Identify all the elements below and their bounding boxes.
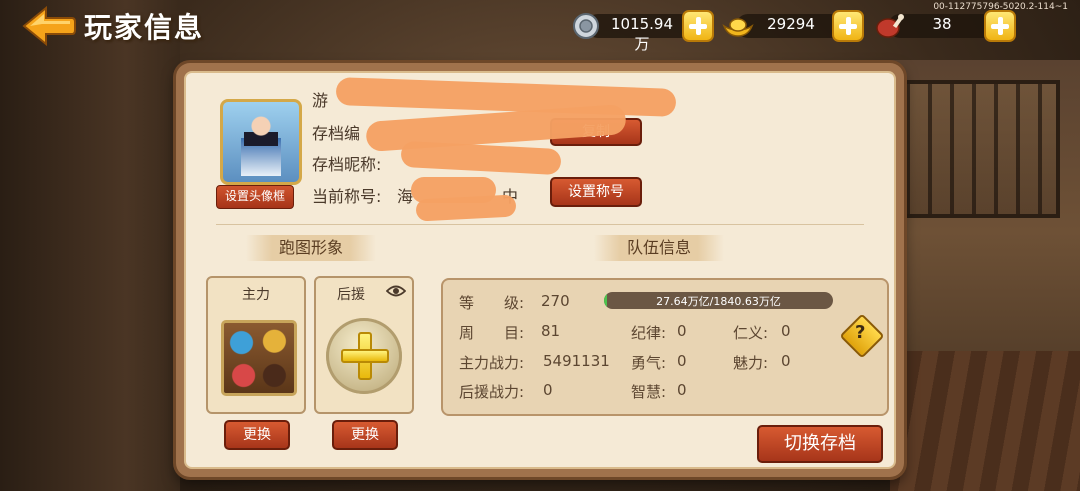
player-name-label: 游 [312, 91, 329, 110]
back-button[interactable]: 玩家信息 [22, 6, 204, 46]
support-power-label: 后援战力: [459, 383, 525, 401]
main-power-label: 主力战力: [459, 354, 525, 372]
gold-value: 29294 [767, 15, 815, 33]
player-info-panel: 设置头像框 游 存档编 存档昵称: 当前称号: 海 中 复制 设置称号 跑图形象… [176, 63, 904, 477]
charm-value: 0 [781, 352, 791, 370]
team-info-box: 等 级: 270 27.64万亿/1840.63万亿 周 目: 81 纪律: 0… [441, 278, 889, 416]
player-avatar[interactable] [220, 99, 302, 185]
main-hero-portrait [221, 320, 297, 396]
silver-resource: 1015.94万 [572, 10, 714, 53]
add-support-hero-button[interactable] [326, 318, 402, 394]
courage-value: 0 [677, 352, 687, 370]
level-label: 等 级: [459, 294, 525, 312]
archive-nickname-label: 存档昵称: [312, 155, 382, 174]
switch-archive-button[interactable]: 切换存档 [757, 425, 883, 463]
add-silver-button[interactable] [682, 10, 714, 42]
archive-id-label: 存档编 [312, 124, 361, 143]
charm-label: 魅力: [733, 354, 769, 372]
discipline-label: 纪律: [631, 324, 667, 342]
wisdom-label: 智慧: [631, 383, 667, 401]
round-value: 81 [541, 322, 561, 340]
set-avatar-frame-button[interactable]: 设置头像框 [216, 185, 294, 209]
benevolence-value: 0 [781, 322, 791, 340]
redaction-scribble [335, 77, 677, 117]
experience-bar: 27.64万亿/1840.63万亿 [604, 292, 833, 309]
gold-resource: 29294 [722, 10, 864, 42]
main-power-value: 5491131 [543, 352, 610, 370]
current-title-label: 当前称号: [312, 187, 382, 206]
add-meat-button[interactable] [984, 10, 1016, 42]
silver-coin-icon [573, 13, 599, 39]
running-image-title: 跑图形象 [246, 235, 376, 261]
redaction-scribble [415, 194, 517, 222]
change-main-button[interactable]: 更换 [224, 420, 290, 450]
level-value: 270 [541, 292, 570, 310]
meat-resource: 38 [874, 10, 1016, 42]
eye-icon[interactable] [386, 284, 406, 298]
main-hero-slot[interactable]: 主力 [206, 276, 306, 414]
support-power-value: 0 [543, 381, 553, 399]
main-slot-label: 主力 [242, 287, 270, 303]
support-hero-slot[interactable]: 后援 [314, 276, 414, 414]
silver-value: 1015.94万 [610, 15, 674, 53]
page-title: 玩家信息 [84, 11, 205, 44]
experience-text: 27.64万亿/1840.63万亿 [656, 295, 781, 308]
meat-icon [876, 14, 904, 38]
wisdom-value: 0 [677, 381, 687, 399]
background-floor [890, 351, 1080, 491]
background-window [902, 80, 1060, 218]
courage-label: 勇气: [631, 354, 667, 372]
team-info-title: 队伍信息 [594, 235, 724, 261]
benevolence-label: 仁义: [733, 324, 769, 342]
back-arrow-icon [22, 6, 76, 46]
redaction-scribble [400, 140, 562, 176]
discipline-value: 0 [677, 322, 687, 340]
section-divider [216, 224, 864, 225]
version-text: 00-112775796-5020.2-114~1 [933, 2, 1068, 12]
set-title-button[interactable]: 设置称号 [550, 177, 642, 207]
help-question-mark: ? [855, 322, 866, 343]
meat-value: 38 [932, 15, 952, 33]
panel-inner: 设置头像框 游 存档编 存档昵称: 当前称号: 海 中 复制 设置称号 跑图形象… [184, 71, 896, 469]
gold-ingot-icon [722, 18, 754, 37]
background-wall-left [0, 0, 180, 491]
add-gold-button[interactable] [832, 10, 864, 42]
support-slot-label: 后援 [337, 287, 365, 303]
round-label: 周 目: [459, 324, 525, 342]
change-support-button[interactable]: 更换 [332, 420, 398, 450]
